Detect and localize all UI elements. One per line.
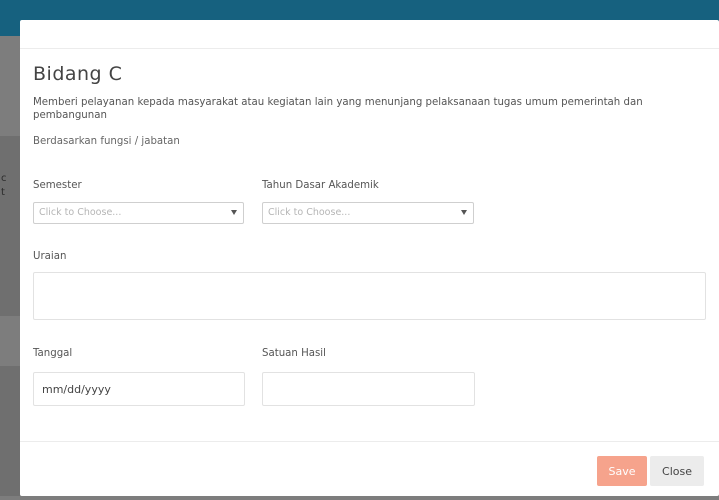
chevron-down-icon: [461, 210, 467, 215]
background-text: c: [1, 173, 7, 184]
tahun-label: Tahun Dasar Akademik: [262, 180, 379, 191]
tanggal-value: mm/dd/yyyy: [42, 383, 111, 396]
modal-description: Memberi pelayanan kepada masyarakat atau…: [33, 97, 643, 121]
semester-label: Semester: [33, 180, 82, 191]
modal-header: [20, 20, 719, 49]
tanggal-date-input[interactable]: mm/dd/yyyy: [33, 372, 245, 406]
uraian-label: Uraian: [33, 251, 67, 262]
save-button[interactable]: Save: [597, 456, 647, 486]
satuan-label: Satuan Hasil: [262, 348, 326, 359]
tahun-select[interactable]: Click to Choose...: [262, 202, 474, 224]
modal-subdescription: Berdasarkan fungsi / jabatan: [33, 136, 180, 147]
background-text: t: [1, 187, 5, 198]
backdrop-panel: [0, 366, 20, 496]
close-button[interactable]: Close: [650, 456, 704, 486]
bidang-modal: Bidang C Memberi pelayanan kepada masyar…: [20, 20, 719, 496]
backdrop-panel: [0, 136, 20, 316]
semester-placeholder: Click to Choose...: [39, 207, 122, 218]
modal-footer-divider: [20, 441, 719, 442]
semester-select[interactable]: Click to Choose...: [33, 202, 244, 224]
chevron-down-icon: [231, 210, 237, 215]
uraian-textarea[interactable]: [33, 272, 706, 320]
modal-title: Bidang C: [33, 63, 123, 85]
tahun-placeholder: Click to Choose...: [268, 207, 351, 218]
satuan-hasil-input[interactable]: [262, 372, 475, 406]
tanggal-label: Tanggal: [33, 348, 73, 359]
